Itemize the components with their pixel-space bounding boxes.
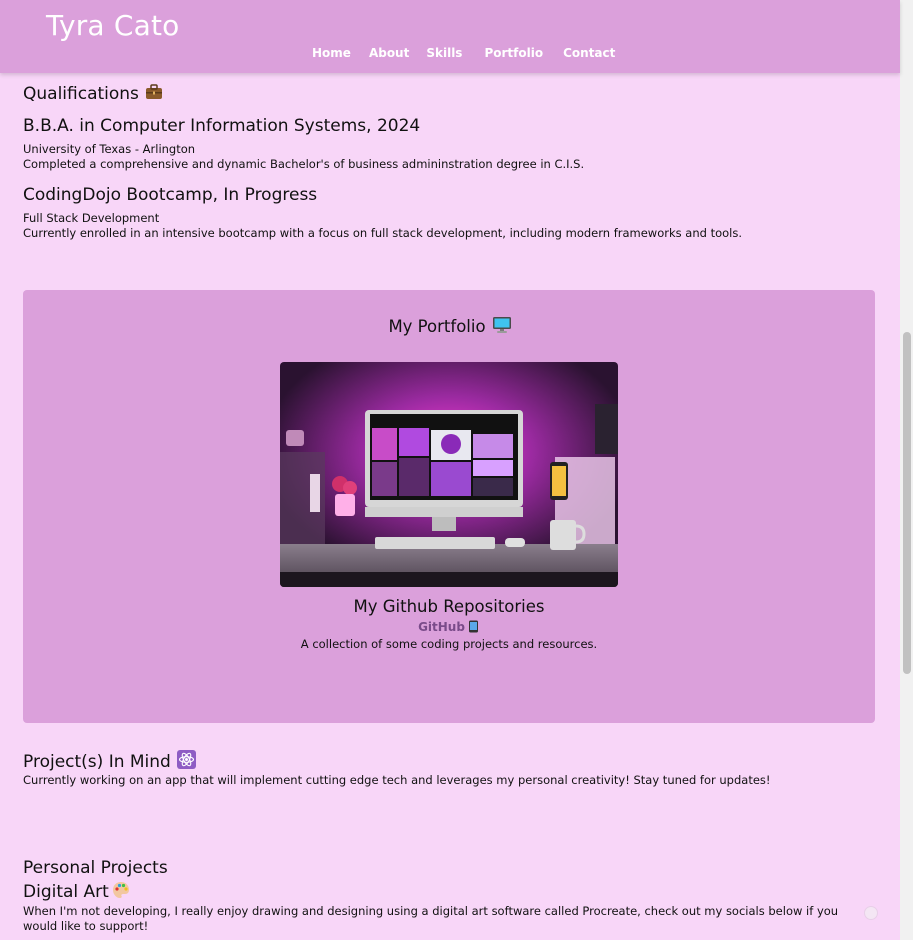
github-link-label[interactable]: GitHub [418, 620, 465, 634]
degree-description: Currently enrolled in an intensive bootc… [23, 226, 742, 240]
tablet-icon [467, 620, 480, 633]
portfolio-title: My Portfolio [23, 316, 875, 336]
briefcase-icon [145, 83, 163, 101]
nav-about[interactable]: About [369, 46, 409, 60]
repo-description: A collection of some coding projects and… [300, 637, 598, 651]
github-link[interactable]: GitHub [23, 620, 875, 634]
page-scrollbar[interactable] [900, 0, 913, 940]
qualifications-title-text: Qualifications [23, 84, 139, 104]
projects-in-mind-section: Project(s) In Mind Currently working on … [23, 750, 883, 788]
computer-icon [492, 316, 511, 334]
projects-in-mind-title-text: Project(s) In Mind [23, 752, 171, 772]
qualification-item: B.B.A. in Computer Information Systems, … [23, 116, 863, 172]
digital-art-title-text: Digital Art [23, 882, 109, 902]
portfolio-title-text: My Portfolio [388, 317, 486, 336]
projects-in-mind-title: Project(s) In Mind [23, 750, 883, 772]
atom-icon [176, 750, 196, 769]
site-header: Tyra Cato Home About Skills Portfolio Co… [0, 0, 900, 73]
nav-home[interactable]: Home [312, 46, 351, 60]
palette-icon [112, 881, 130, 899]
degree-school: Full Stack Development [23, 211, 160, 225]
main-nav: Home About Skills Portfolio Contact [312, 46, 633, 60]
repo-title: My Github Repositories [353, 597, 545, 616]
digital-art-title: Digital Art [23, 881, 863, 902]
portfolio-image[interactable] [280, 362, 618, 587]
personal-projects-section: Personal Projects Digital Art When I'm n… [23, 858, 863, 934]
degree-school: University of Texas - Arlington [23, 142, 196, 156]
qualifications-title: Qualifications [23, 83, 163, 104]
degree-description: Completed a comprehensive and dynamic Ba… [23, 157, 585, 171]
qualifications-section: Qualifications [23, 83, 163, 104]
floating-button[interactable] [864, 906, 878, 920]
nav-contact[interactable]: Contact [563, 46, 615, 60]
nav-skills[interactable]: Skills [426, 46, 462, 60]
personal-projects-title: Personal Projects [23, 858, 168, 878]
qualification-item: CodingDojo Bootcamp, In Progress Full St… [23, 185, 863, 241]
degree-title: B.B.A. in Computer Information Systems, … [23, 116, 421, 136]
brand-name[interactable]: Tyra Cato [46, 9, 180, 42]
digital-art-description: When I'm not developing, I really enjoy … [23, 904, 839, 933]
nav-portfolio[interactable]: Portfolio [484, 46, 543, 60]
degree-title: CodingDojo Bootcamp, In Progress [23, 185, 318, 205]
desk-setup-illustration [280, 362, 618, 587]
page: Tyra Cato Home About Skills Portfolio Co… [0, 0, 900, 940]
projects-in-mind-description: Currently working on an app that will im… [23, 773, 771, 787]
scrollbar-thumb[interactable] [903, 332, 911, 674]
